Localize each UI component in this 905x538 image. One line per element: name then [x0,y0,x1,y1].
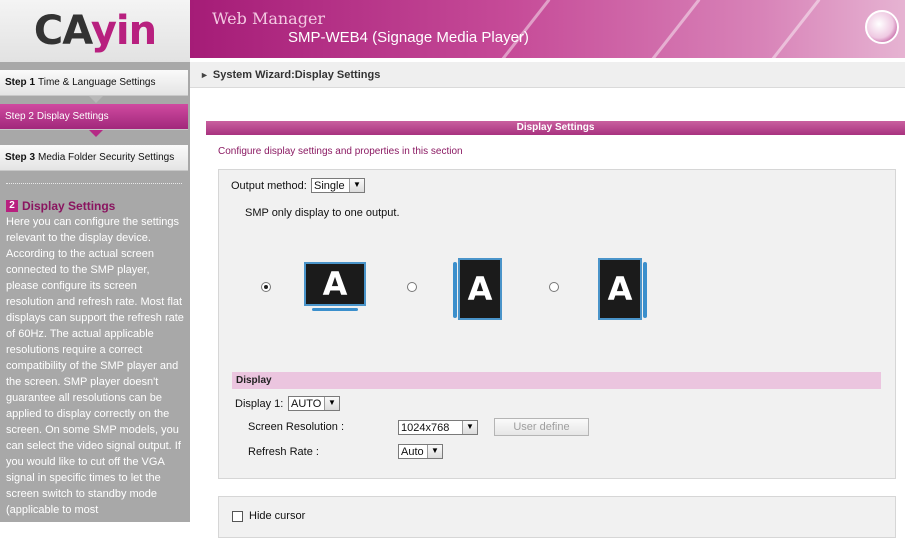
output-method-value: Single [314,180,345,192]
step-number: Step 2 [5,111,34,122]
panel-title: Display Settings [206,121,905,135]
brand-emblem-icon [865,10,899,44]
help-heading: 2 Display Settings [6,198,184,214]
output-note: SMP only display to one output. [245,207,400,219]
step-arrow-icon [89,130,103,137]
step-label: Time & Language Settings [38,77,156,88]
help-panel: 2 Display Settings Here you can configur… [6,198,184,518]
step-label: Display Settings [36,111,109,122]
cursor-settings-box [218,496,896,538]
step-arrow-icon [89,96,103,103]
header-banner: Web Manager SMP-WEB4 (Signage Media Play… [190,0,905,58]
orientation-radio-landscape[interactable] [261,282,271,292]
screen-resolution-select[interactable]: 1024x768 ▼ [398,420,478,435]
display1-value: AUTO [291,398,322,410]
monitor-stand-icon [453,262,457,318]
sidebar-step-3[interactable]: Step 3 Media Folder Security Settings [0,145,188,171]
display1-select[interactable]: AUTO ▼ [288,396,340,411]
monitor-stand-icon [312,308,358,311]
decorative-swoosh [762,0,821,58]
step-label: Media Folder Security Settings [38,152,175,163]
landscape-monitor-icon: A [304,262,366,306]
step-number: Step 1 [5,77,36,88]
help-title: Display Settings [22,199,116,213]
sidebar-step-1[interactable]: Step 1 Time & Language Settings [0,70,188,96]
chevron-down-icon: ▼ [427,445,442,458]
display1-label: Display 1: [235,398,284,410]
hide-cursor-checkbox[interactable] [232,511,243,522]
logo-box: CAyin [0,0,190,62]
orientation-radio-portrait-left[interactable] [407,282,417,292]
refresh-rate-select[interactable]: Auto ▼ [398,444,443,459]
chevron-down-icon: ▼ [462,421,477,434]
display-section-header: Display [232,372,881,389]
triangle-right-icon: ► [200,69,209,80]
decorative-swoosh [642,0,701,58]
orientation-radio-portrait-right[interactable] [549,282,559,292]
refresh-rate-label: Refresh Rate : [248,446,319,458]
chevron-down-icon: ▼ [349,179,364,192]
chevron-down-icon: ▼ [324,397,339,410]
app-title: Web Manager [212,9,326,28]
monitor-stand-icon [643,262,647,318]
portrait-left-monitor-icon: A [458,258,502,320]
breadcrumb: ► System Wizard:Display Settings [190,62,905,88]
breadcrumb-text: System Wizard:Display Settings [212,68,381,81]
cayin-logo: CAyin [33,8,157,54]
sidebar-divider [6,183,182,184]
sidebar-step-2[interactable]: Step 2 Display Settings [0,104,188,130]
output-method-select[interactable]: Single ▼ [311,178,365,193]
panel-description: Configure display settings and propertie… [218,146,463,157]
refresh-rate-value: Auto [401,446,424,458]
screen-resolution-value: 1024x768 [401,422,450,434]
output-method-label: Output method: [231,180,307,192]
user-define-button[interactable]: User define [494,418,589,436]
portrait-right-monitor-icon: A [598,258,642,320]
screen-resolution-label: Screen Resolution : [248,421,344,433]
step-number-icon: 2 [6,200,18,212]
sidebar: CAyin Step 1 Time & Language Settings St… [0,0,190,522]
app-subtitle: SMP-WEB4 (Signage Media Player) [288,29,529,46]
help-text: Here you can configure the settings rele… [6,216,184,516]
hide-cursor-label: Hide cursor [249,510,306,522]
step-number: Step 3 [5,152,36,163]
